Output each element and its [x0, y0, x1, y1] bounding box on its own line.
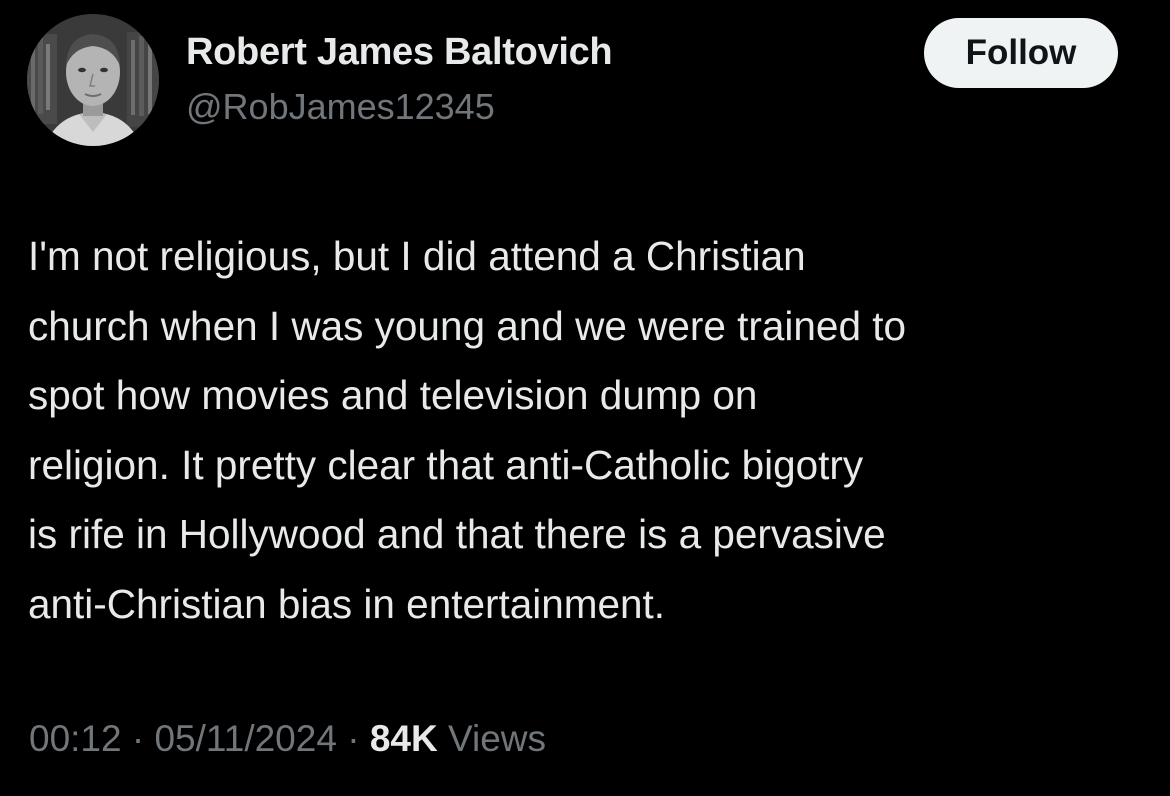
tweet-text: I'm not religious, but I did attend a Ch…	[28, 222, 1148, 639]
tweet: Robert James Baltovich @RobJames12345 Fo…	[0, 0, 1170, 796]
author-handle[interactable]: @RobJames12345	[186, 86, 495, 128]
tweet-text-line: anti-Christian bias in entertainment.	[28, 580, 666, 627]
tweet-time[interactable]: 00:12	[29, 718, 122, 759]
tweet-text-line: spot how movies and television dump on	[28, 372, 758, 418]
meta-separator: ·	[131, 718, 145, 759]
views-count[interactable]: 84K	[370, 718, 438, 759]
tweet-text-line: church when I was young and we were trai…	[28, 302, 907, 349]
author-display-name[interactable]: Robert James Baltovich	[186, 31, 613, 74]
tweet-text-line: is rife in Hollywood and that there is a…	[28, 511, 886, 557]
tweet-meta: 00:12 · 05/11/2024 · 84K Views	[29, 718, 546, 760]
meta-separator: ·	[347, 718, 360, 759]
tweet-date[interactable]: 05/11/2024	[154, 718, 336, 759]
follow-button[interactable]: Follow	[924, 18, 1118, 88]
views-label[interactable]: Views	[448, 718, 546, 759]
tweet-text-line: religion. It pretty clear that anti-Cath…	[28, 441, 864, 488]
tweet-text-line: I'm not religious, but I did attend a Ch…	[28, 233, 806, 279]
avatar[interactable]	[27, 14, 159, 146]
avatar-photo-icon	[27, 14, 159, 146]
